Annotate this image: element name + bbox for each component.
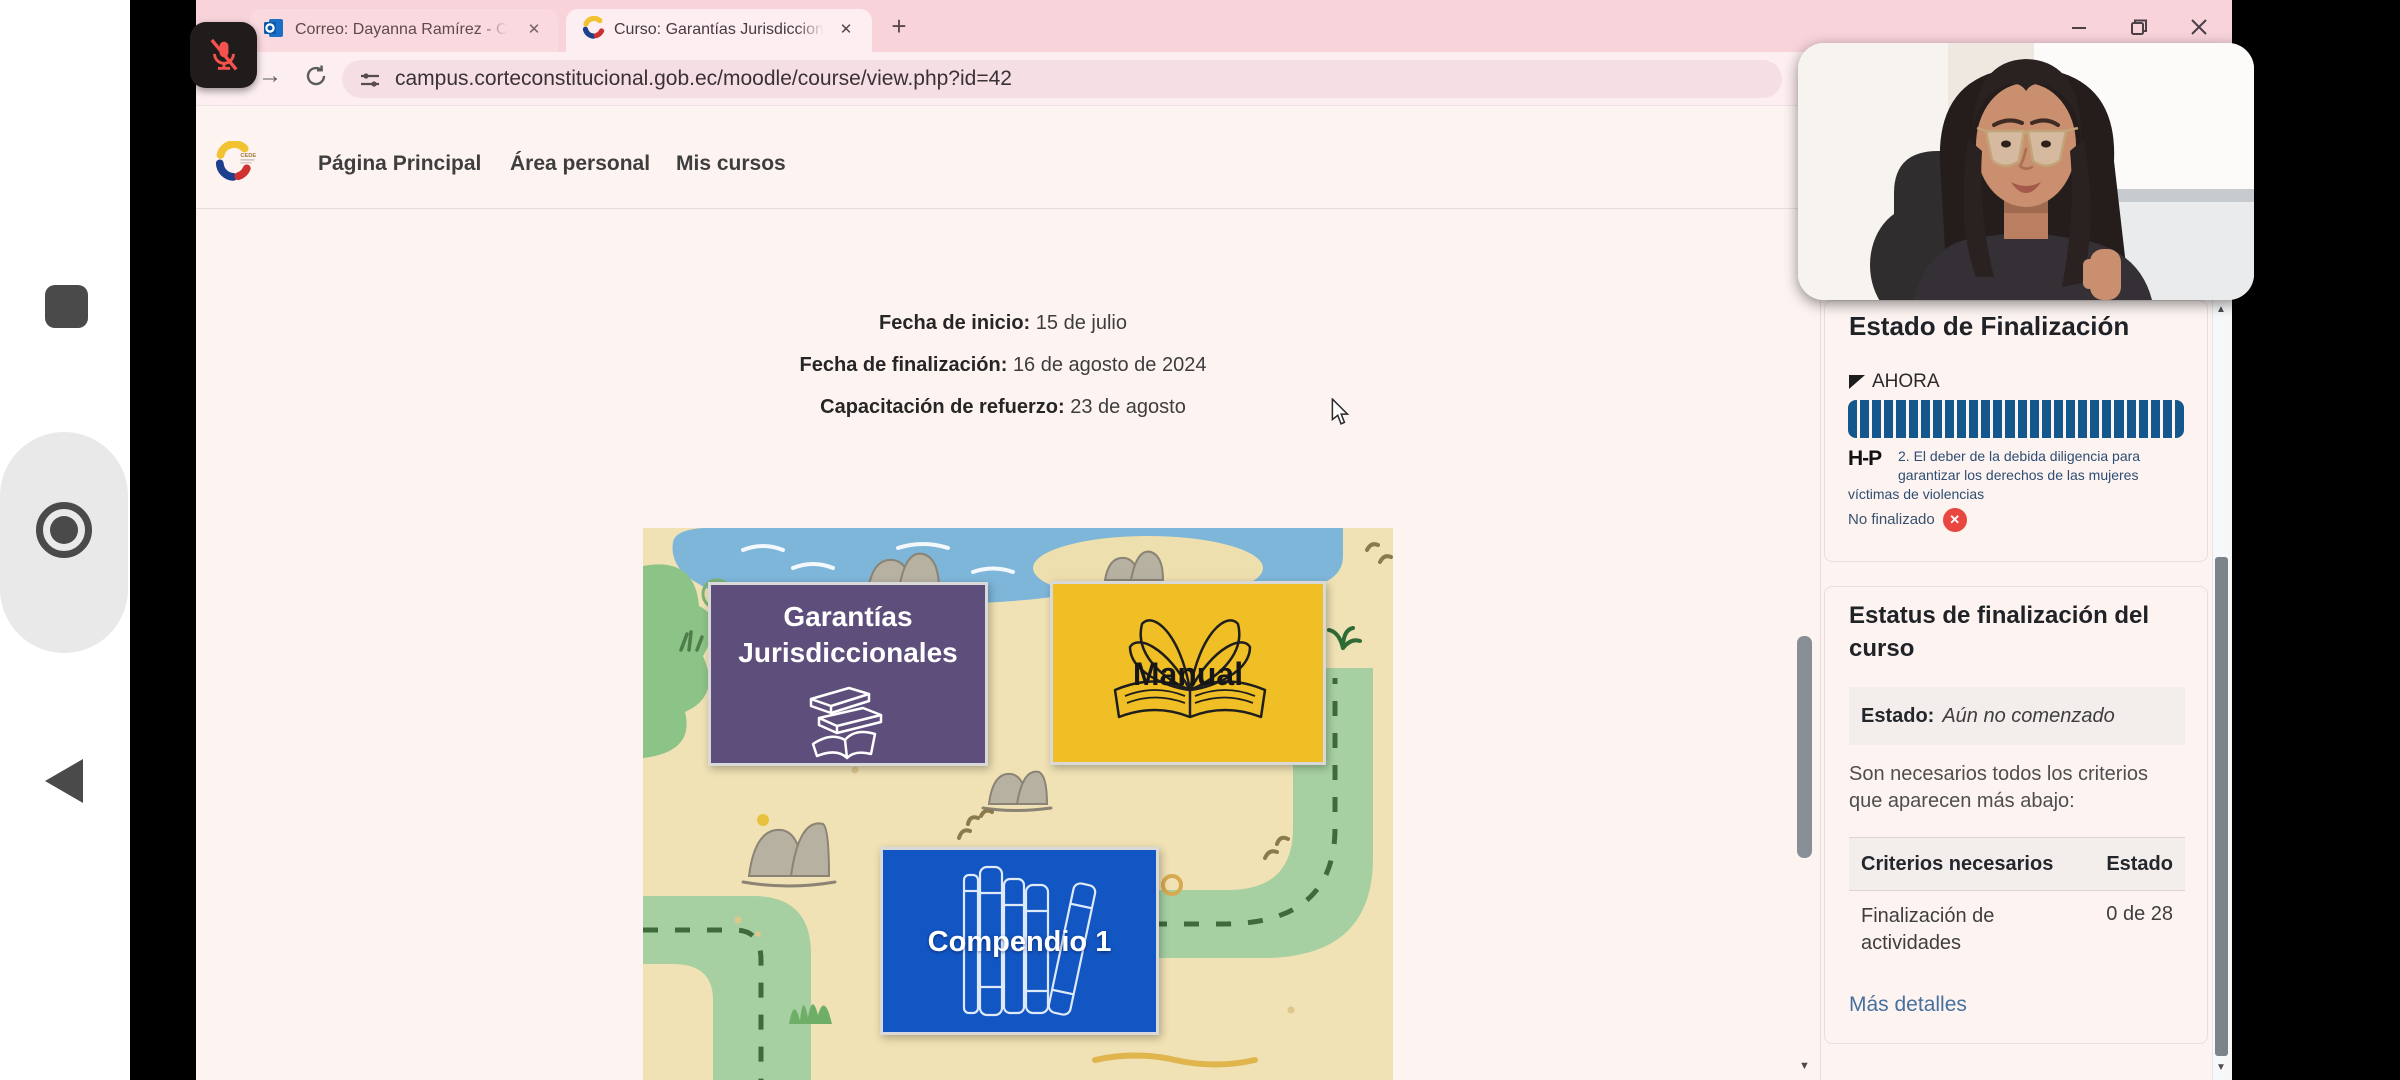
new-tab-button[interactable]: + xyxy=(884,11,914,41)
books-sketch-icon xyxy=(783,675,913,770)
reload-icon[interactable] xyxy=(302,62,330,95)
now-marker-row: AHORA xyxy=(1849,371,1940,393)
activity-status-row: No finalizado✕ xyxy=(1848,508,2184,532)
date-start: Fecha de inicio: 15 de julio xyxy=(703,302,1303,344)
drawer-scrollbar-down-icon[interactable]: ▼ xyxy=(2216,1062,2226,1074)
outlook-favicon-icon xyxy=(263,17,285,44)
window-restore-button[interactable] xyxy=(2126,14,2152,40)
cedec-logo[interactable]: CEDEC xyxy=(212,141,256,188)
date-end: Fecha de finalización: 16 de agosto de 2… xyxy=(703,344,1303,386)
mouse-cursor xyxy=(1330,398,1352,431)
main-scrollbar-down-icon[interactable]: ▼ xyxy=(1799,1060,1810,1072)
map-card-manual[interactable]: Manual xyxy=(1050,581,1326,765)
nav-area-personal[interactable]: Área personal xyxy=(510,148,650,180)
completion-status-block: Estado de Finalización AHORA H-P 2. El d… xyxy=(1824,300,2208,562)
more-details-link[interactable]: Más detalles xyxy=(1849,993,1967,1017)
map-card-compendio-1[interactable]: Compendio 1 xyxy=(880,847,1159,1035)
webcam-video-frame xyxy=(1798,43,2254,300)
block-title: Estado de Finalización xyxy=(1849,311,2129,342)
window-minimize-button[interactable] xyxy=(2066,14,2092,40)
h5p-icon: H-P xyxy=(1848,447,1898,485)
tab-close-icon[interactable]: ✕ xyxy=(836,19,856,41)
course-dates: Fecha de inicio: 15 de julio Fecha de fi… xyxy=(703,302,1303,428)
webcam-overlay[interactable] xyxy=(1798,43,2254,300)
map-card-label[interactable]: Compendio 1 xyxy=(883,926,1156,959)
course-completion-status-block: Estatus de finalización del curso Estado… xyxy=(1824,586,2208,1044)
date-refresher: Capacitación de refuerzo: 23 de agosto xyxy=(703,386,1303,428)
tab-close-icon[interactable]: ✕ xyxy=(524,19,544,41)
tab-title[interactable]: Curso: Garantías Jurisdiccionale xyxy=(614,19,824,41)
forward-icon[interactable]: → xyxy=(258,62,282,90)
block-title: Estatus de finalización del curso xyxy=(1849,599,2194,665)
tab-title-fade xyxy=(479,19,507,41)
map-card-label[interactable]: Garantías Jurisdiccionales xyxy=(711,599,985,671)
drawer-divider xyxy=(1820,209,1821,1080)
criteria-note: Son necesarios todos los criterios que a… xyxy=(1849,761,2179,815)
criteria-count: 0 de 28 xyxy=(2106,903,2173,957)
back-button[interactable] xyxy=(45,759,83,803)
state-row: Estado: Aún no comenzado xyxy=(1849,687,2185,745)
now-label: AHORA xyxy=(1872,371,1940,393)
main-scrollbar-thumb[interactable] xyxy=(1797,636,1812,858)
nav-pagina-principal[interactable]: Página Principal xyxy=(318,148,481,180)
map-card-label[interactable]: Manual xyxy=(1053,656,1323,693)
now-marker-icon xyxy=(1849,375,1865,389)
criteria-table-row: Finalización de actividades 0 de 28 xyxy=(1849,903,2185,957)
record-icon-dot[interactable] xyxy=(50,516,78,544)
tab-title-fade xyxy=(796,19,824,41)
criteria-table-header: Criterios necesarios Estado xyxy=(1849,837,2185,891)
completion-progress-bar[interactable] xyxy=(1848,400,2184,438)
site-info-icon[interactable] xyxy=(358,68,382,97)
activity-completion-item[interactable]: H-P 2. El deber de la debida diligencia … xyxy=(1848,447,2184,532)
tab-title[interactable]: Correo: Dayanna Ramírez - Out xyxy=(295,19,507,41)
mic-muted-icon xyxy=(204,35,244,75)
drawer-scrollbar-thumb[interactable] xyxy=(2215,557,2228,1056)
url-text[interactable]: campus.corteconstitucional.gob.ec/moodle… xyxy=(395,66,1012,92)
state-value: Aún no comenzado xyxy=(1942,705,2114,728)
nav-mis-cursos[interactable]: Mis cursos xyxy=(676,148,786,180)
cedec-favicon-icon xyxy=(582,16,605,44)
course-map-illustration: Garantías Jurisdiccionales xyxy=(643,528,1393,1080)
microphone-muted-badge[interactable] xyxy=(190,22,257,88)
map-card-garantias[interactable]: Garantías Jurisdiccionales xyxy=(708,582,988,766)
window-close-button[interactable] xyxy=(2186,14,2212,40)
screen-recording-stage: Correo: Dayanna Ramírez - Out ✕ Curso: G… xyxy=(0,0,2400,1080)
drawer-scrollbar-up-icon[interactable]: ▲ xyxy=(2216,304,2226,316)
logo-text: CEDEC xyxy=(240,153,256,159)
not-completed-icon: ✕ xyxy=(1943,508,1967,532)
stop-capture-button[interactable] xyxy=(45,285,88,328)
